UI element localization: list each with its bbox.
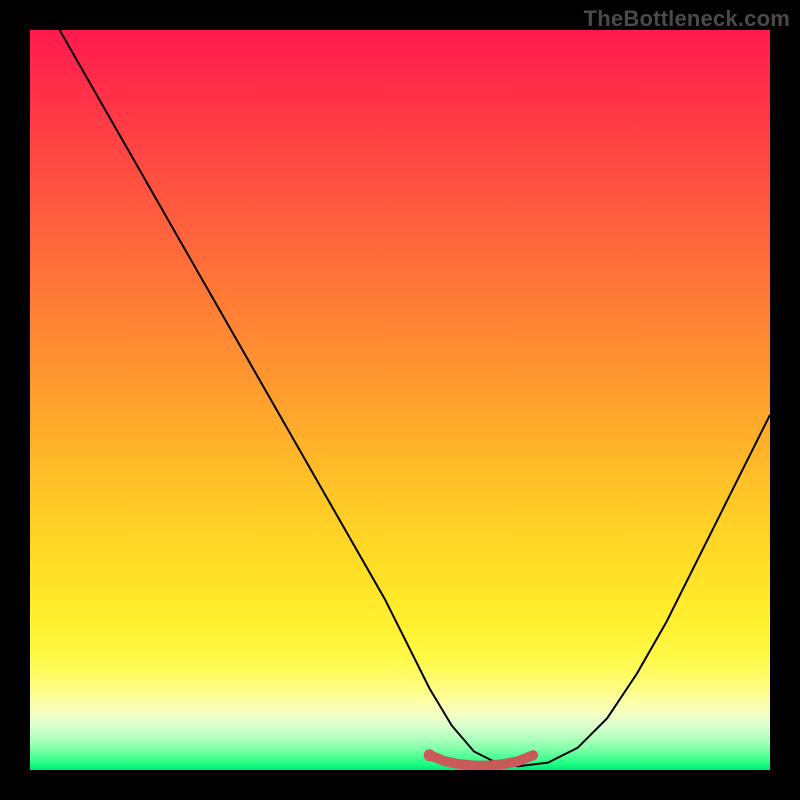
valley-highlight <box>430 755 534 765</box>
valley-start-dot <box>424 749 436 761</box>
bottleneck-curve <box>60 30 770 766</box>
plot-area <box>30 30 770 770</box>
chart-frame: TheBottleneck.com <box>0 0 800 800</box>
watermark-text: TheBottleneck.com <box>584 6 790 32</box>
curve-svg <box>30 30 770 770</box>
